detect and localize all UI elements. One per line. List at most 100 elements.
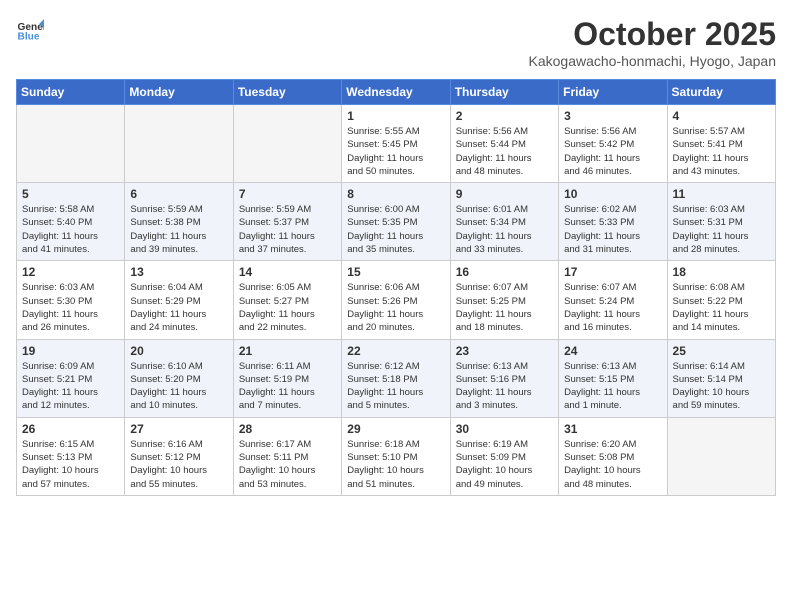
day-cell: 14 Sunrise: 6:05 AM Sunset: 5:27 PM Dayli… [233, 261, 341, 339]
day-number: 1 [347, 109, 444, 123]
day-cell: 28 Sunrise: 6:17 AM Sunset: 5:11 PM Dayli… [233, 417, 341, 495]
day-info: Sunrise: 6:12 AM Sunset: 5:18 PM Dayligh… [347, 360, 444, 413]
day-info: Sunrise: 6:06 AM Sunset: 5:26 PM Dayligh… [347, 281, 444, 334]
weekday-header-wednesday: Wednesday [342, 80, 450, 105]
day-cell [125, 105, 233, 183]
day-number: 12 [22, 265, 119, 279]
day-cell: 29 Sunrise: 6:18 AM Sunset: 5:10 PM Dayli… [342, 417, 450, 495]
day-cell: 25Sunrise: 6:14 AM Sunset: 5:14 PM Dayli… [667, 339, 775, 417]
day-cell: 11 Sunrise: 6:03 AM Sunset: 5:31 PM Dayli… [667, 183, 775, 261]
day-number: 6 [130, 187, 227, 201]
week-row-5: 26 Sunrise: 6:15 AM Sunset: 5:13 PM Dayli… [17, 417, 776, 495]
day-cell: 16Sunrise: 6:07 AM Sunset: 5:25 PM Dayli… [450, 261, 558, 339]
day-number: 24 [564, 344, 661, 358]
day-cell: 7Sunrise: 5:59 AM Sunset: 5:37 PM Daylig… [233, 183, 341, 261]
day-cell [667, 417, 775, 495]
day-info: Sunrise: 6:11 AM Sunset: 5:19 PM Dayligh… [239, 360, 336, 413]
day-info: Sunrise: 6:13 AM Sunset: 5:16 PM Dayligh… [456, 360, 553, 413]
day-number: 5 [22, 187, 119, 201]
day-number: 17 [564, 265, 661, 279]
day-number: 26 [22, 422, 119, 436]
day-info: Sunrise: 6:03 AM Sunset: 5:31 PM Dayligh… [673, 203, 770, 256]
weekday-header-thursday: Thursday [450, 80, 558, 105]
week-row-4: 19 Sunrise: 6:09 AM Sunset: 5:21 PM Dayli… [17, 339, 776, 417]
calendar-table: SundayMondayTuesdayWednesdayThursdayFrid… [16, 79, 776, 496]
day-info: Sunrise: 5:55 AM Sunset: 5:45 PM Dayligh… [347, 125, 444, 178]
day-number: 23 [456, 344, 553, 358]
day-cell: 1 Sunrise: 5:55 AM Sunset: 5:45 PM Daylig… [342, 105, 450, 183]
day-info: Sunrise: 6:09 AM Sunset: 5:21 PM Dayligh… [22, 360, 119, 413]
day-cell: 26 Sunrise: 6:15 AM Sunset: 5:13 PM Dayli… [17, 417, 125, 495]
day-info: Sunrise: 6:01 AM Sunset: 5:34 PM Dayligh… [456, 203, 553, 256]
day-cell: 27Sunrise: 6:16 AM Sunset: 5:12 PM Dayli… [125, 417, 233, 495]
day-number: 10 [564, 187, 661, 201]
week-row-2: 5 Sunrise: 5:58 AM Sunset: 5:40 PM Daylig… [17, 183, 776, 261]
day-cell: 9 Sunrise: 6:01 AM Sunset: 5:34 PM Daylig… [450, 183, 558, 261]
day-cell: 24 Sunrise: 6:13 AM Sunset: 5:15 PM Dayli… [559, 339, 667, 417]
day-number: 9 [456, 187, 553, 201]
day-cell: 8 Sunrise: 6:00 AM Sunset: 5:35 PM Daylig… [342, 183, 450, 261]
day-number: 19 [22, 344, 119, 358]
day-number: 15 [347, 265, 444, 279]
day-info: Sunrise: 6:03 AM Sunset: 5:30 PM Dayligh… [22, 281, 119, 334]
day-info: Sunrise: 5:58 AM Sunset: 5:40 PM Dayligh… [22, 203, 119, 256]
day-info: Sunrise: 6:07 AM Sunset: 5:24 PM Dayligh… [564, 281, 661, 334]
weekday-header-saturday: Saturday [667, 80, 775, 105]
week-row-1: 1 Sunrise: 5:55 AM Sunset: 5:45 PM Daylig… [17, 105, 776, 183]
day-info: Sunrise: 6:02 AM Sunset: 5:33 PM Dayligh… [564, 203, 661, 256]
day-info: Sunrise: 6:00 AM Sunset: 5:35 PM Dayligh… [347, 203, 444, 256]
logo-icon: General Blue [16, 16, 44, 44]
title-block: October 2025 Kakogawacho-honmachi, Hyogo… [529, 16, 777, 69]
day-number: 11 [673, 187, 770, 201]
day-cell: 23 Sunrise: 6:13 AM Sunset: 5:16 PM Dayli… [450, 339, 558, 417]
day-info: Sunrise: 6:15 AM Sunset: 5:13 PM Dayligh… [22, 438, 119, 491]
day-cell: 18Sunrise: 6:08 AM Sunset: 5:22 PM Dayli… [667, 261, 775, 339]
day-number: 30 [456, 422, 553, 436]
day-number: 22 [347, 344, 444, 358]
day-number: 2 [456, 109, 553, 123]
day-cell: 13 Sunrise: 6:04 AM Sunset: 5:29 PM Dayli… [125, 261, 233, 339]
day-cell: 6 Sunrise: 5:59 AM Sunset: 5:38 PM Daylig… [125, 183, 233, 261]
day-cell: 10 Sunrise: 6:02 AM Sunset: 5:33 PM Dayli… [559, 183, 667, 261]
svg-text:Blue: Blue [18, 31, 40, 42]
day-info: Sunrise: 6:18 AM Sunset: 5:10 PM Dayligh… [347, 438, 444, 491]
day-info: Sunrise: 6:13 AM Sunset: 5:15 PM Dayligh… [564, 360, 661, 413]
day-cell: 17 Sunrise: 6:07 AM Sunset: 5:24 PM Dayli… [559, 261, 667, 339]
day-info: Sunrise: 6:17 AM Sunset: 5:11 PM Dayligh… [239, 438, 336, 491]
day-number: 25 [673, 344, 770, 358]
day-info: Sunrise: 5:56 AM Sunset: 5:42 PM Dayligh… [564, 125, 661, 178]
weekday-header-monday: Monday [125, 80, 233, 105]
day-number: 21 [239, 344, 336, 358]
day-cell: 20 Sunrise: 6:10 AM Sunset: 5:20 PM Dayli… [125, 339, 233, 417]
day-cell [17, 105, 125, 183]
day-number: 29 [347, 422, 444, 436]
page-header: General Blue October 2025 Kakogawacho-ho… [16, 16, 776, 69]
day-info: Sunrise: 6:05 AM Sunset: 5:27 PM Dayligh… [239, 281, 336, 334]
day-number: 16 [456, 265, 553, 279]
day-number: 13 [130, 265, 227, 279]
day-number: 8 [347, 187, 444, 201]
day-number: 27 [130, 422, 227, 436]
month-title: October 2025 [529, 16, 777, 53]
day-info: Sunrise: 6:04 AM Sunset: 5:29 PM Dayligh… [130, 281, 227, 334]
weekday-header-sunday: Sunday [17, 80, 125, 105]
day-info: Sunrise: 5:59 AM Sunset: 5:37 PM Dayligh… [239, 203, 336, 256]
day-number: 3 [564, 109, 661, 123]
day-cell: 31Sunrise: 6:20 AM Sunset: 5:08 PM Dayli… [559, 417, 667, 495]
weekday-header-row: SundayMondayTuesdayWednesdayThursdayFrid… [17, 80, 776, 105]
day-cell: 22 Sunrise: 6:12 AM Sunset: 5:18 PM Dayli… [342, 339, 450, 417]
day-number: 4 [673, 109, 770, 123]
day-info: Sunrise: 6:10 AM Sunset: 5:20 PM Dayligh… [130, 360, 227, 413]
day-cell: 30 Sunrise: 6:19 AM Sunset: 5:09 PM Dayli… [450, 417, 558, 495]
day-info: Sunrise: 6:19 AM Sunset: 5:09 PM Dayligh… [456, 438, 553, 491]
day-cell: 2Sunrise: 5:56 AM Sunset: 5:44 PM Daylig… [450, 105, 558, 183]
day-info: Sunrise: 6:20 AM Sunset: 5:08 PM Dayligh… [564, 438, 661, 491]
day-info: Sunrise: 5:59 AM Sunset: 5:38 PM Dayligh… [130, 203, 227, 256]
weekday-header-tuesday: Tuesday [233, 80, 341, 105]
day-cell [233, 105, 341, 183]
day-cell: 3 Sunrise: 5:56 AM Sunset: 5:42 PM Daylig… [559, 105, 667, 183]
day-number: 20 [130, 344, 227, 358]
day-number: 28 [239, 422, 336, 436]
day-cell: 15 Sunrise: 6:06 AM Sunset: 5:26 PM Dayli… [342, 261, 450, 339]
day-number: 14 [239, 265, 336, 279]
